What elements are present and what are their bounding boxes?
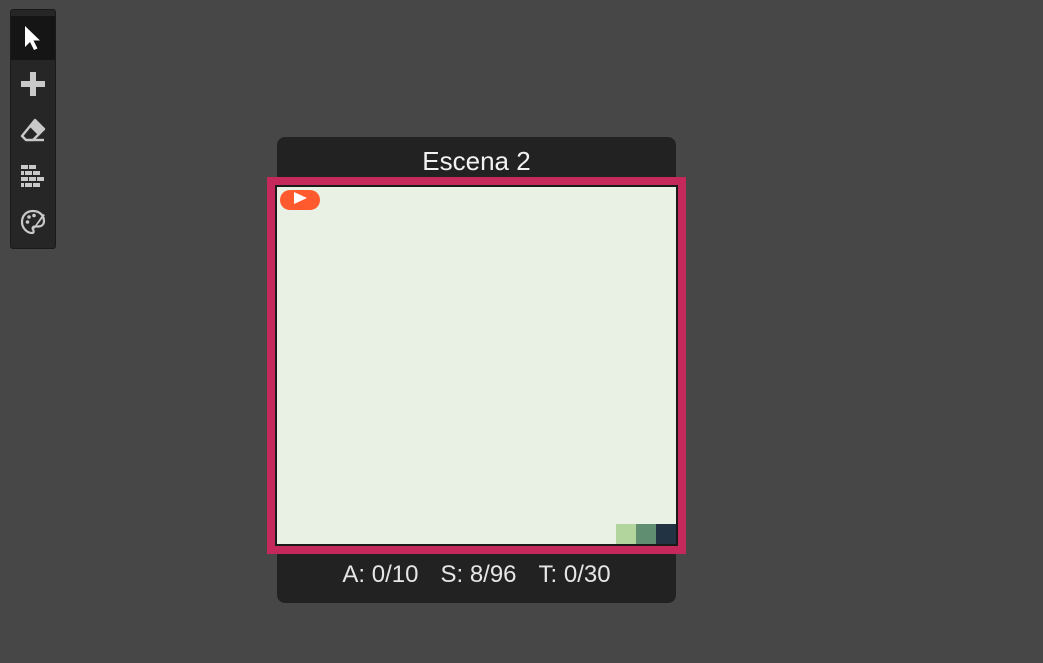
tiles-count: T: 0/30 (538, 561, 611, 588)
scene-stats: A: 0/10 S: 8/96 T: 0/30 (277, 561, 676, 589)
tool-palette (10, 9, 56, 249)
eraser-icon (20, 118, 46, 142)
bricks-icon (20, 164, 46, 188)
add-tool-button[interactable] (11, 62, 55, 106)
pointer-icon (22, 25, 44, 51)
palette-swatch-3 (656, 524, 676, 544)
scene-canvas[interactable] (275, 185, 678, 546)
palette-swatch-1 (616, 524, 636, 544)
sprites-count: S: 8/96 (440, 561, 517, 588)
plus-icon (20, 71, 46, 97)
scene-palette (616, 524, 676, 544)
play-icon (292, 191, 308, 210)
select-tool-button[interactable] (11, 16, 55, 60)
actors-count: A: 0/10 (342, 561, 419, 588)
tiles-tool-button[interactable] (11, 154, 55, 198)
eraser-tool-button[interactable] (11, 108, 55, 152)
scene-title: Escena 2 (422, 146, 531, 176)
scene-selection-frame[interactable] (267, 177, 686, 554)
palette-brush-icon (20, 209, 46, 235)
palette-swatch-2 (636, 524, 656, 544)
start-scene-badge[interactable] (280, 190, 320, 210)
paint-tool-button[interactable] (11, 200, 55, 244)
